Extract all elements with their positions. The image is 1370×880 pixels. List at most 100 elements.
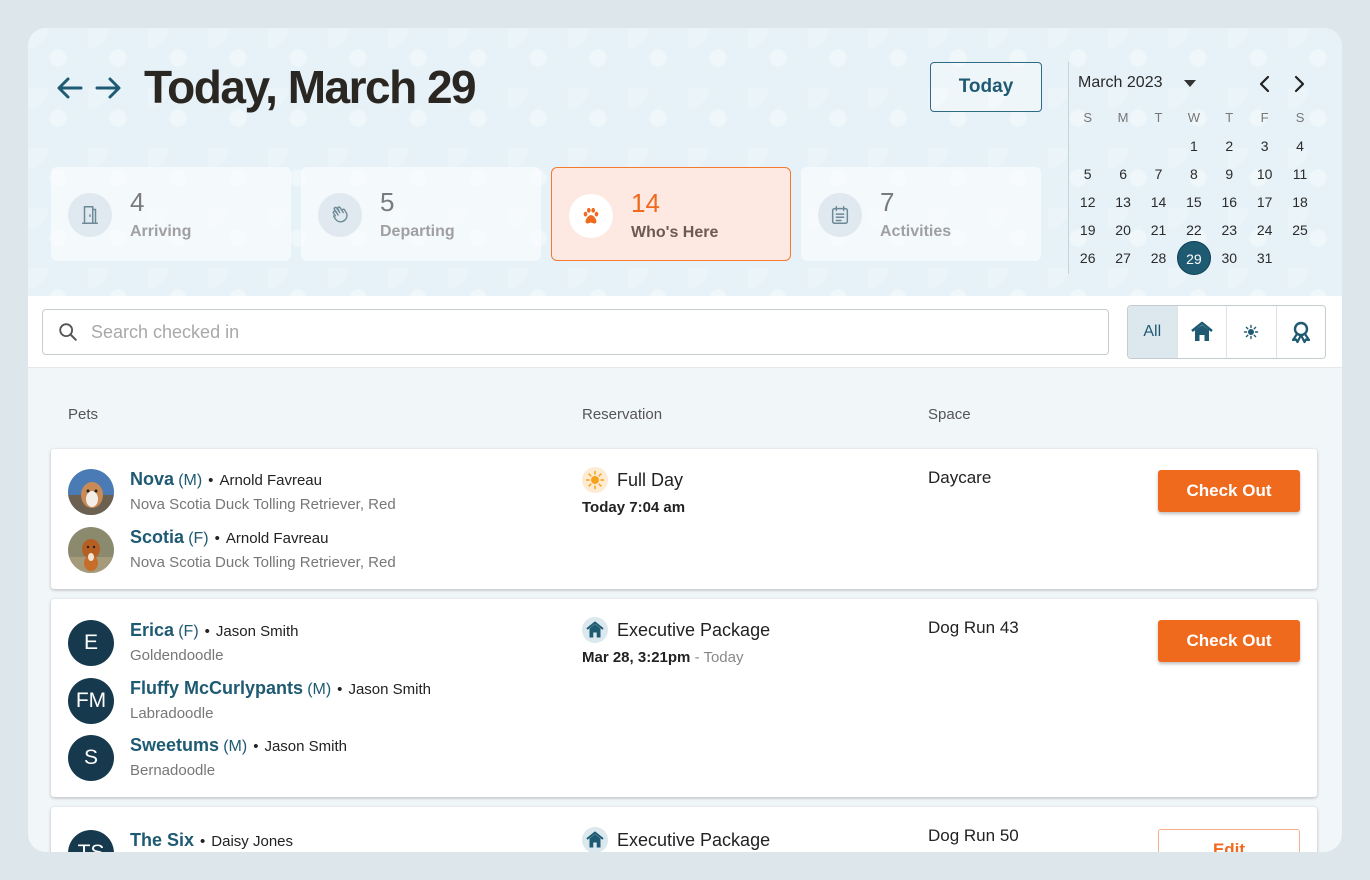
reservation-time: Today 7:04 am: [582, 499, 685, 516]
pet-owner: Jason Smith: [348, 681, 431, 698]
calendar-day[interactable]: 27: [1105, 244, 1140, 272]
calendar-day-number: 12: [1079, 194, 1096, 210]
calendar-day[interactable]: 17: [1247, 188, 1282, 216]
calendar-day[interactable]: 20: [1105, 216, 1140, 244]
calendar-day[interactable]: 5: [1070, 160, 1105, 188]
filter-daycare-button[interactable]: [1226, 306, 1276, 358]
calendar-day[interactable]: 9: [1212, 160, 1247, 188]
chevron-left-icon[interactable]: [1255, 74, 1275, 94]
previous-day-arrow-icon[interactable]: [54, 72, 86, 104]
calendar-day[interactable]: 7: [1141, 160, 1176, 188]
calendar-day[interactable]: 18: [1282, 188, 1317, 216]
pet-name[interactable]: Sweetums: [130, 735, 219, 755]
filter-all-button[interactable]: All: [1128, 306, 1177, 358]
calendar-day[interactable]: 4: [1282, 132, 1317, 160]
reservation-info: Full Day Today 7:04 am: [582, 467, 685, 516]
search-input[interactable]: [91, 321, 991, 343]
calendar-day[interactable]: 6: [1105, 160, 1140, 188]
search-box[interactable]: [42, 309, 1109, 355]
calendar-day[interactable]: 31: [1247, 244, 1282, 272]
calendar-month-label[interactable]: March 2023: [1078, 74, 1163, 92]
stat-label: Arriving: [130, 223, 192, 240]
pet-name[interactable]: Fluffy McCurlypants: [130, 678, 303, 698]
pet-avatar: E: [68, 620, 114, 666]
reservation-type: Full Day: [617, 469, 684, 490]
pet-avatar: TS: [68, 830, 114, 852]
calendar-divider: [1068, 62, 1069, 274]
reservation-info: Executive Package: [582, 827, 770, 852]
filter-training-button[interactable]: [1275, 306, 1326, 358]
calendar-day-number: 16: [1221, 194, 1238, 210]
calendar-day-number: 7: [1154, 166, 1163, 182]
pet-name[interactable]: Erica: [130, 620, 174, 640]
filter-group: All: [1127, 305, 1326, 359]
calendar-day-selected[interactable]: 29: [1176, 241, 1211, 275]
filter-boarding-button[interactable]: [1176, 306, 1227, 358]
stat-card-whos-here[interactable]: 14 Who's Here: [551, 167, 791, 261]
pet-avatar: S: [68, 735, 114, 781]
paw-icon: [569, 194, 613, 238]
stat-count: 7: [880, 187, 895, 217]
calendar-day[interactable]: 21: [1141, 216, 1176, 244]
calendar-day[interactable]: 23: [1212, 216, 1247, 244]
column-header-space: Space: [928, 406, 971, 423]
pet-name[interactable]: Nova: [130, 469, 174, 489]
calendar-grid: S M T W T F S 1 2 3 4 5 6 7 8 9 10 11 12 13 14 15 16 17 1…: [1070, 104, 1318, 275]
calendar-day[interactable]: 11: [1282, 160, 1317, 188]
calendar-empty-cell: [1282, 244, 1317, 272]
stat-card-activities[interactable]: 7 Activities: [801, 167, 1041, 261]
weekday-label: S: [1295, 110, 1305, 125]
calendar-day-number: 15: [1186, 194, 1202, 210]
calendar-day[interactable]: 30: [1212, 244, 1247, 272]
calendar-day[interactable]: 25: [1282, 216, 1317, 244]
stat-count: 14: [631, 188, 660, 218]
column-header-reservation: Reservation: [582, 406, 663, 423]
next-day-arrow-icon[interactable]: [92, 72, 124, 104]
calendar-day[interactable]: 24: [1247, 216, 1282, 244]
calendar-day[interactable]: 13: [1105, 188, 1140, 216]
today-button[interactable]: Today: [930, 62, 1042, 112]
calendar-day[interactable]: 19: [1070, 216, 1105, 244]
calendar-day-number: 1: [1189, 138, 1198, 154]
calendar-day[interactable]: 14: [1141, 188, 1176, 216]
calendar-day[interactable]: 10: [1247, 160, 1282, 188]
stat-card-arriving[interactable]: 4 Arriving: [51, 167, 291, 261]
edit-button[interactable]: Edit: [1158, 829, 1300, 852]
pet-breed: Nova Scotia Duck Tolling Retriever, Red: [130, 496, 396, 513]
calendar-day[interactable]: 28: [1141, 244, 1176, 272]
calendar-day-number: 24: [1256, 222, 1273, 238]
reservation-start: Mar 28, 3:21pm: [582, 649, 691, 666]
reservation-time: Mar 28, 3:21pm - Today: [582, 649, 770, 666]
calendar-day[interactable]: 3: [1247, 132, 1282, 160]
calendar-day-number: 20: [1115, 222, 1131, 238]
calendar-day[interactable]: 12: [1070, 188, 1105, 216]
calendar-day-number: 29: [1176, 241, 1211, 275]
reservation-card: E Erica (F) • Jason Smith Goldendoodle FM …: [51, 599, 1317, 797]
pet-owner: Jason Smith: [264, 738, 348, 755]
calendar-day[interactable]: 1: [1176, 132, 1211, 160]
stat-card-departing[interactable]: 5 Departing: [301, 167, 541, 261]
chevron-down-icon[interactable]: [1184, 80, 1196, 87]
calendar-list-icon: [818, 193, 862, 237]
calendar-day-number: 5: [1083, 166, 1092, 182]
calendar-day[interactable]: 22: [1176, 216, 1211, 244]
calendar-day-number: 10: [1256, 166, 1273, 182]
calendar-day-number: 6: [1119, 166, 1127, 182]
calendar-day[interactable]: 15: [1176, 188, 1211, 216]
weekday-label: F: [1260, 110, 1269, 125]
house-icon: [1190, 321, 1213, 341]
pet-name[interactable]: Scotia: [130, 527, 184, 547]
pet-owner: Jason Smith: [215, 623, 299, 640]
calendar-day-number: 18: [1292, 194, 1308, 210]
calendar-day[interactable]: 16: [1212, 188, 1247, 216]
calendar-day-number: 22: [1186, 222, 1202, 238]
check-out-button[interactable]: Check Out: [1158, 620, 1300, 662]
header-panel: Today, March 29 Today 4 Arriving 5 Depar…: [28, 28, 1342, 296]
check-out-button[interactable]: Check Out: [1158, 470, 1300, 512]
calendar-day[interactable]: 2: [1212, 132, 1247, 160]
chevron-right-icon[interactable]: [1289, 74, 1309, 94]
calendar-day-number: 31: [1256, 250, 1273, 266]
calendar-day[interactable]: 26: [1070, 244, 1105, 272]
calendar-day[interactable]: 8: [1176, 160, 1211, 188]
pet-name[interactable]: The Six: [130, 830, 194, 850]
